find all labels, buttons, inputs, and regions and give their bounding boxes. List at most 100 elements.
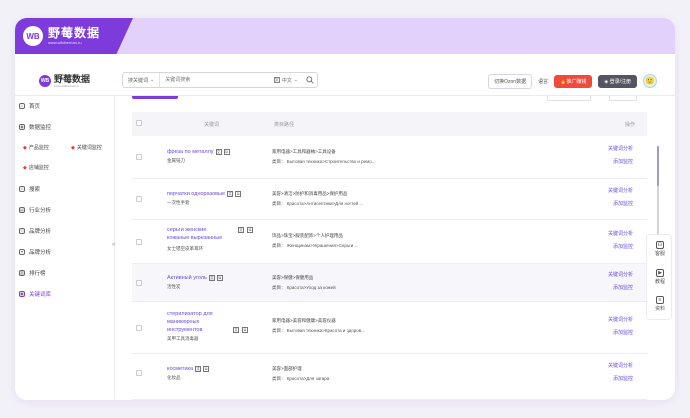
keyword-translation: 女士镂空皮革耳环	[167, 246, 203, 251]
tutorial-button[interactable]: ▶ 教程	[647, 269, 673, 285]
table-row: серьги женские кожаные вырезанные 文 ⧉ 女士…	[132, 220, 647, 264]
search-input[interactable]	[160, 73, 269, 87]
header: WB 野莓数据 www.wildberrian.ru 搜关键词 ⌄ 文 中文 ⌄	[15, 66, 675, 96]
login-button[interactable]: ◈ 登录/注册	[598, 74, 637, 88]
category-path-ru: 类目： Бытовая техника>Красота и здоров...	[272, 328, 365, 333]
copy-icon[interactable]: ⧉	[247, 226, 253, 234]
copy-icon[interactable]: ⧉	[235, 190, 242, 197]
sidebar-sub-shop-monitor[interactable]: ◆ 店铺监控	[23, 164, 49, 172]
sidebar-item-home[interactable]: ⌂ 首页	[19, 102, 40, 110]
filter-input[interactable]	[547, 96, 591, 101]
keyword-analysis-link[interactable]: 关键词分析	[608, 185, 633, 198]
customer-service-button[interactable]: ☊ 客服	[647, 241, 673, 257]
headset-icon: ☊	[656, 241, 664, 249]
scrollbar-thumb[interactable]	[657, 146, 659, 186]
sidebar-item-search[interactable]: ⌕ 搜索	[19, 185, 40, 193]
keyword-link[interactable]: серьги женские кожаные вырезанные	[167, 226, 227, 242]
primary-button[interactable]	[132, 96, 178, 99]
category-path: 饰品>珠宝>服装配饰>个人护理用品	[272, 233, 343, 238]
brand-title: 野莓数据	[48, 25, 101, 40]
copy-icon[interactable]: ⧉	[242, 326, 248, 334]
translate-icon: 文	[227, 190, 234, 197]
table-header: 关键词 类目路径 操作	[132, 112, 647, 136]
add-monitor-link[interactable]: 添加监控	[613, 198, 633, 211]
category-path: 美容>清洁>防护和消毒用品>保护用品	[272, 191, 348, 196]
row-checkbox[interactable]	[136, 154, 142, 160]
table-row: стерилизатор для маникюрных инструментов…	[132, 302, 647, 354]
dot-icon: ◆	[23, 164, 27, 171]
header-logo[interactable]: WB 野莓数据 www.wildberrian.ru	[39, 74, 90, 88]
keyword-translation: 化妆品	[167, 375, 181, 380]
keyword-analysis-link[interactable]: 关键词分析	[608, 143, 633, 156]
translate-icon: 文	[215, 148, 222, 155]
keyword-analysis-link[interactable]: 关键词分析	[608, 314, 633, 327]
add-monitor-link[interactable]: 添加监控	[613, 156, 633, 169]
copy-icon[interactable]: ⧉	[223, 148, 230, 155]
col-keyword: 关键词	[204, 122, 220, 128]
add-monitor-link[interactable]: 添加监控	[613, 282, 633, 295]
brand-icon: ◇	[19, 228, 25, 234]
select-all-checkbox[interactable]	[136, 120, 142, 126]
sidebar-item-ranking[interactable]: ▥ 排行榜	[19, 269, 46, 277]
header-actions: 切换Ozon数据 语言 🔥推广赚钱 ◈ 登录/注册 🙂	[488, 72, 657, 90]
row-checkbox[interactable]	[136, 280, 142, 286]
dot-icon: ◆	[71, 144, 75, 151]
sidebar-item-monitor[interactable]: ◉ 数据监控	[19, 123, 51, 131]
search-icon[interactable]	[303, 73, 317, 87]
row-checkbox[interactable]	[136, 325, 142, 331]
keyword-link[interactable]: фреза по металлу 文 ⧉	[167, 148, 230, 156]
translate-icon: 文	[238, 226, 244, 233]
row-checkbox[interactable]	[136, 370, 142, 376]
chevron-down-icon: ⌄	[150, 77, 155, 83]
shop-icon: ▾	[19, 249, 25, 255]
logo-title: 野莓数据	[54, 74, 91, 84]
docs-button[interactable]: ≡ 资料	[647, 296, 673, 312]
copy-icon[interactable]: ⧉	[203, 365, 210, 372]
category-path: 美容>面部护理	[272, 366, 302, 371]
sidebar-sub-product-monitor[interactable]: ◆ 产品监控	[23, 144, 49, 152]
sidebar-item-shop[interactable]: ▾ 品牌分析	[19, 248, 51, 256]
sidebar-item-brand[interactable]: ◇ 品牌分析	[19, 227, 51, 235]
copy-icon[interactable]: ⧉	[216, 274, 223, 281]
add-monitor-link[interactable]: 添加监控	[613, 241, 633, 254]
category-path: 美容>保健>保健用品	[272, 275, 314, 280]
avatar[interactable]: 🙂	[643, 74, 657, 88]
sidebar: ⌂ 首页 ◉ 数据监控 ◆产品监控 ◆关键词监控 ◆店铺监控 ⌕ 搜索 ▤	[15, 96, 115, 400]
keyword-translation: 金属铣刀	[167, 158, 185, 163]
row-checkbox[interactable]	[136, 239, 142, 245]
search-type-label: 搜关键词	[128, 77, 149, 84]
add-monitor-link[interactable]: 添加监控	[613, 327, 633, 340]
keyword-link[interactable]: Активный уголь 文 ⧉	[167, 274, 223, 282]
keyword-table: 关键词 类目路径 操作 фреза по металлу 文 ⧉ 金属铣刀 家用电器…	[132, 96, 647, 400]
filter-button[interactable]	[609, 96, 637, 101]
category-path-ru: 类目： Красота>Для загара	[272, 376, 330, 381]
keyword-link[interactable]: стерилизатор для маникюрных инструментов	[167, 310, 227, 334]
table-row: Активный уголь 文 ⧉ 活性炭 美容>保健>保健用品 类目： Крас…	[132, 264, 647, 302]
brand-url: www.wildberrian.ru	[48, 39, 82, 45]
row-checkbox[interactable]	[136, 196, 142, 202]
floating-toolbar: ☊ 客服 ▶ 教程 ≡ 资料	[646, 234, 672, 320]
search-type-select[interactable]: 搜关键词 ⌄	[123, 73, 161, 87]
switch-ozon-button[interactable]: 切换Ozon数据	[488, 73, 533, 89]
category-path: 家用电器>工具和器械>工具设备	[272, 149, 336, 154]
translate-icon: 文	[208, 274, 215, 281]
home-icon: ⌂	[19, 103, 25, 109]
sidebar-sub-keyword-monitor[interactable]: ◆ 关键词监控	[71, 144, 102, 152]
language-select[interactable]: 文 中文 ⌄	[269, 77, 303, 84]
logo-icon: WB	[39, 75, 51, 87]
app-window: WB 野莓数据 www.wildberrian.ru 搜关键词 ⌄ 文 中文 ⌄	[15, 66, 675, 400]
keyword-link[interactable]: косметика 文 ⧉	[167, 365, 210, 373]
keyword-analysis-link[interactable]: 关键词分析	[608, 269, 633, 282]
add-monitor-link[interactable]: 添加监控	[613, 373, 633, 386]
language-menu[interactable]: 语言	[538, 78, 548, 85]
sidebar-item-industry[interactable]: ▤ 行业分析	[19, 206, 51, 214]
keyword-analysis-link[interactable]: 关键词分析	[608, 360, 633, 373]
search-bar: 搜关键词 ⌄ 文 中文 ⌄	[122, 72, 318, 88]
collapse-icon[interactable]: «	[112, 242, 115, 248]
sidebar-item-keyword-library[interactable]: ▣ 关键词库	[19, 290, 51, 298]
brand-tab[interactable]: WB 野莓数据 www.wildberrian.ru	[15, 18, 133, 54]
keyword-link[interactable]: перчатки одноразовые 文 ⧉	[167, 190, 242, 198]
keyword-analysis-link[interactable]: 关键词分析	[608, 228, 633, 241]
table-row: перчатки одноразовые 文 ⧉ 一次性手套 美容>清洁>防护和消毒…	[132, 179, 647, 220]
promo-button[interactable]: 🔥推广赚钱	[554, 74, 593, 88]
